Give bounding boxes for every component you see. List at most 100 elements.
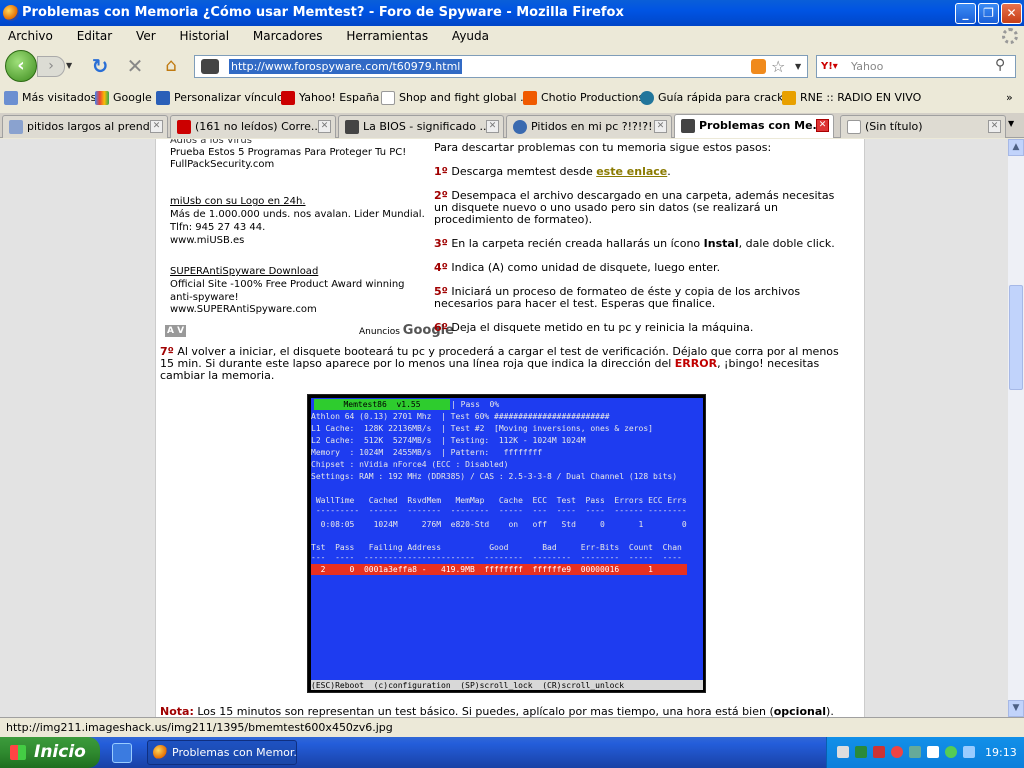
url-dropdown-icon[interactable]: ▼	[795, 56, 801, 77]
rss-feed-icon[interactable]	[751, 59, 766, 74]
firefox-icon	[153, 745, 168, 760]
forum-icon	[513, 120, 527, 134]
bookmark-personalizar[interactable]: Personalizar vínculos	[156, 87, 289, 109]
start-button[interactable]: Inicio	[0, 737, 100, 768]
tab-sin-titulo[interactable]: (Sin título) ✕	[840, 115, 1006, 138]
menu-ver[interactable]: Ver	[136, 29, 156, 43]
minimize-button[interactable]: _	[955, 3, 976, 24]
page-icon	[381, 91, 395, 105]
ad3-url[interactable]: www.SUPERAntiSpyware.com	[170, 303, 317, 316]
memtest-screen: Memtest86 v1.55 | Pass 0% Athlon 64 (0.1…	[311, 398, 703, 690]
ad3-title[interactable]: SUPERAntiSpyware Download	[170, 265, 318, 278]
bookmark-google[interactable]: Google	[95, 87, 152, 109]
forward-button[interactable]: ›	[37, 56, 65, 77]
memtest-screenshot[interactable]: Memtest86 v1.55 | Pass 0% Athlon 64 (0.1…	[307, 394, 706, 693]
menu-herramientas[interactable]: Herramientas	[346, 29, 428, 43]
bookmark-yahoo[interactable]: Yahoo! España	[281, 87, 379, 109]
maximize-button[interactable]: ❐	[978, 3, 999, 24]
tab-pitidos-largos[interactable]: pitidos largos al prend... ✕	[2, 115, 168, 138]
search-box[interactable]: Y!▾ Yahoo ⚲	[816, 55, 1016, 78]
site-favicon	[201, 59, 219, 74]
download-link[interactable]: este enlace	[596, 165, 667, 178]
menu-editar[interactable]: Editar	[77, 29, 113, 43]
menu-archivo[interactable]: Archivo	[8, 29, 53, 43]
tab-close-icon[interactable]: ✕	[486, 120, 499, 133]
ad2-body2: Tlfn: 945 27 43 44.	[170, 222, 266, 233]
bookmark-mas-visitados[interactable]: Más visitados	[4, 87, 96, 109]
back-button[interactable]: ‹	[5, 50, 37, 82]
bookmark-guia[interactable]: Guía rápida para crack...	[640, 87, 794, 109]
scroll-down-icon[interactable]: ▼	[1008, 700, 1024, 717]
tab-close-icon[interactable]: ✕	[816, 119, 829, 132]
tab-pitidos-pc[interactable]: Pitidos en mi pc ?!?!?! ... ✕	[506, 115, 672, 138]
memtest-line-memory: Memory : 1024M 2455MB/s | Pattern: fffff…	[311, 448, 543, 457]
yahoo-engine-icon[interactable]: Y!▾	[821, 59, 838, 74]
clock[interactable]: 19:13	[985, 737, 1017, 768]
scroll-up-icon[interactable]: ▲	[1008, 139, 1024, 156]
memtest-stats-rule: --------- ------ ------- -------- ----- …	[311, 506, 687, 515]
ad2-title[interactable]: miUsb con su Logo en 24h.	[170, 195, 306, 208]
reload-icon[interactable]: ↻	[89, 55, 111, 77]
step-3: 3º En la carpeta recién creada hallarás …	[434, 237, 835, 250]
quicklaunch-icon[interactable]	[112, 743, 132, 763]
tray-device-icon[interactable]	[909, 746, 921, 758]
menu-marcadores[interactable]: Marcadores	[253, 29, 323, 43]
status-bar: http://img211.imageshack.us/img211/1395/…	[0, 717, 1024, 737]
spy-icon	[681, 119, 695, 133]
folder-icon	[4, 91, 18, 105]
close-window-button[interactable]: ✕	[1001, 3, 1022, 24]
history-dropdown-icon[interactable]: ▼	[66, 58, 76, 74]
home-icon[interactable]: ⌂	[160, 55, 182, 77]
tray-calendar-icon[interactable]	[927, 746, 939, 758]
search-placeholder: Yahoo	[851, 60, 884, 73]
url-text[interactable]: http://www.forospyware.com/t60979.html	[229, 59, 463, 74]
step-7-line3: cambiar la memoria.	[160, 369, 275, 382]
taskbar-firefox-item[interactable]: Problemas con Memor...	[147, 740, 297, 765]
tab-close-icon[interactable]: ✕	[150, 120, 163, 133]
step-2-line3: procedimiento de formateo).	[434, 213, 593, 226]
page-icon	[847, 120, 861, 134]
memtest-line-cpu: Athlon 64 (0.13) 2701 Mhz | Test 60% ###…	[311, 412, 610, 421]
tab-close-icon[interactable]: ✕	[654, 120, 667, 133]
url-bar[interactable]: http://www.forospyware.com/t60979.html ☆…	[194, 55, 808, 78]
steps-intro: Para descartar problemas con tu memoria …	[434, 141, 772, 154]
tray-network-icon[interactable]	[837, 746, 849, 758]
menu-historial[interactable]: Historial	[179, 29, 229, 43]
tray-security-icon[interactable]	[891, 746, 903, 758]
search-go-icon[interactable]: ⚲	[995, 57, 1005, 73]
scroll-thumb[interactable]	[1009, 285, 1023, 390]
tab-list-icon[interactable]: ▼	[1008, 119, 1014, 128]
memtest-header: Memtest86 v1.55	[314, 399, 450, 410]
tab-favicon	[9, 120, 23, 134]
bookmark-star-icon[interactable]: ☆	[771, 56, 785, 77]
step-1: 1º Descarga memtest desde este enlace.	[434, 165, 671, 178]
bookmark-chotio[interactable]: Chotio Productions	[523, 87, 644, 109]
bookmark-rne[interactable]: RNE :: RADIO EN VIVO	[782, 87, 921, 109]
memtest-line-l1: L1 Cache: 128K 22136MB/s | Test #2 [Movi…	[311, 424, 653, 433]
bookmark-shop[interactable]: Shop and fight global ...	[381, 87, 531, 109]
memtest-footer: (ESC)Reboot (c)configuration (SP)scroll_…	[311, 680, 703, 690]
bookmarks-toolbar: Más visitados Google Personalizar víncul…	[0, 87, 1024, 109]
tab-bios[interactable]: La BIOS - significado ... ✕	[338, 115, 504, 138]
tab-close-icon[interactable]: ✕	[318, 120, 331, 133]
stop-icon[interactable]: ✕	[124, 55, 146, 77]
menu-bar: Archivo Editar Ver Historial Marcadores …	[0, 26, 1024, 46]
vertical-scrollbar[interactable]: ▲ ▼	[1008, 139, 1024, 717]
memtest-error-row: 2 0 0001a3effa8 - 419.9MB ffffffff fffff…	[311, 564, 687, 575]
ad-nav-arrows[interactable]: A V	[165, 325, 187, 337]
rtve-icon	[782, 91, 796, 105]
step-6: 6º Deja el disquete metido en tu pc y re…	[434, 321, 754, 334]
bookmarks-overflow-icon[interactable]: »	[1006, 87, 1013, 109]
menu-ayuda[interactable]: Ayuda	[452, 29, 489, 43]
tab-correo[interactable]: (161 no leídos) Corre... ✕	[170, 115, 336, 138]
tab-strip: pitidos largos al prend... ✕ (161 no leíd…	[0, 113, 1024, 138]
tray-app-icon[interactable]	[855, 746, 867, 758]
tab-problemas-memoria[interactable]: Problemas con Me... ✕	[674, 114, 834, 138]
tray-volume-icon[interactable]	[873, 746, 885, 758]
wordpress-icon	[640, 91, 654, 105]
ad1-url[interactable]: FullPackSecurity.com	[170, 158, 274, 171]
tray-connection-icon[interactable]	[963, 746, 975, 758]
tray-update-icon[interactable]	[945, 746, 957, 758]
ad2-url[interactable]: www.miUSB.es	[170, 234, 244, 247]
tab-close-icon[interactable]: ✕	[988, 120, 1001, 133]
